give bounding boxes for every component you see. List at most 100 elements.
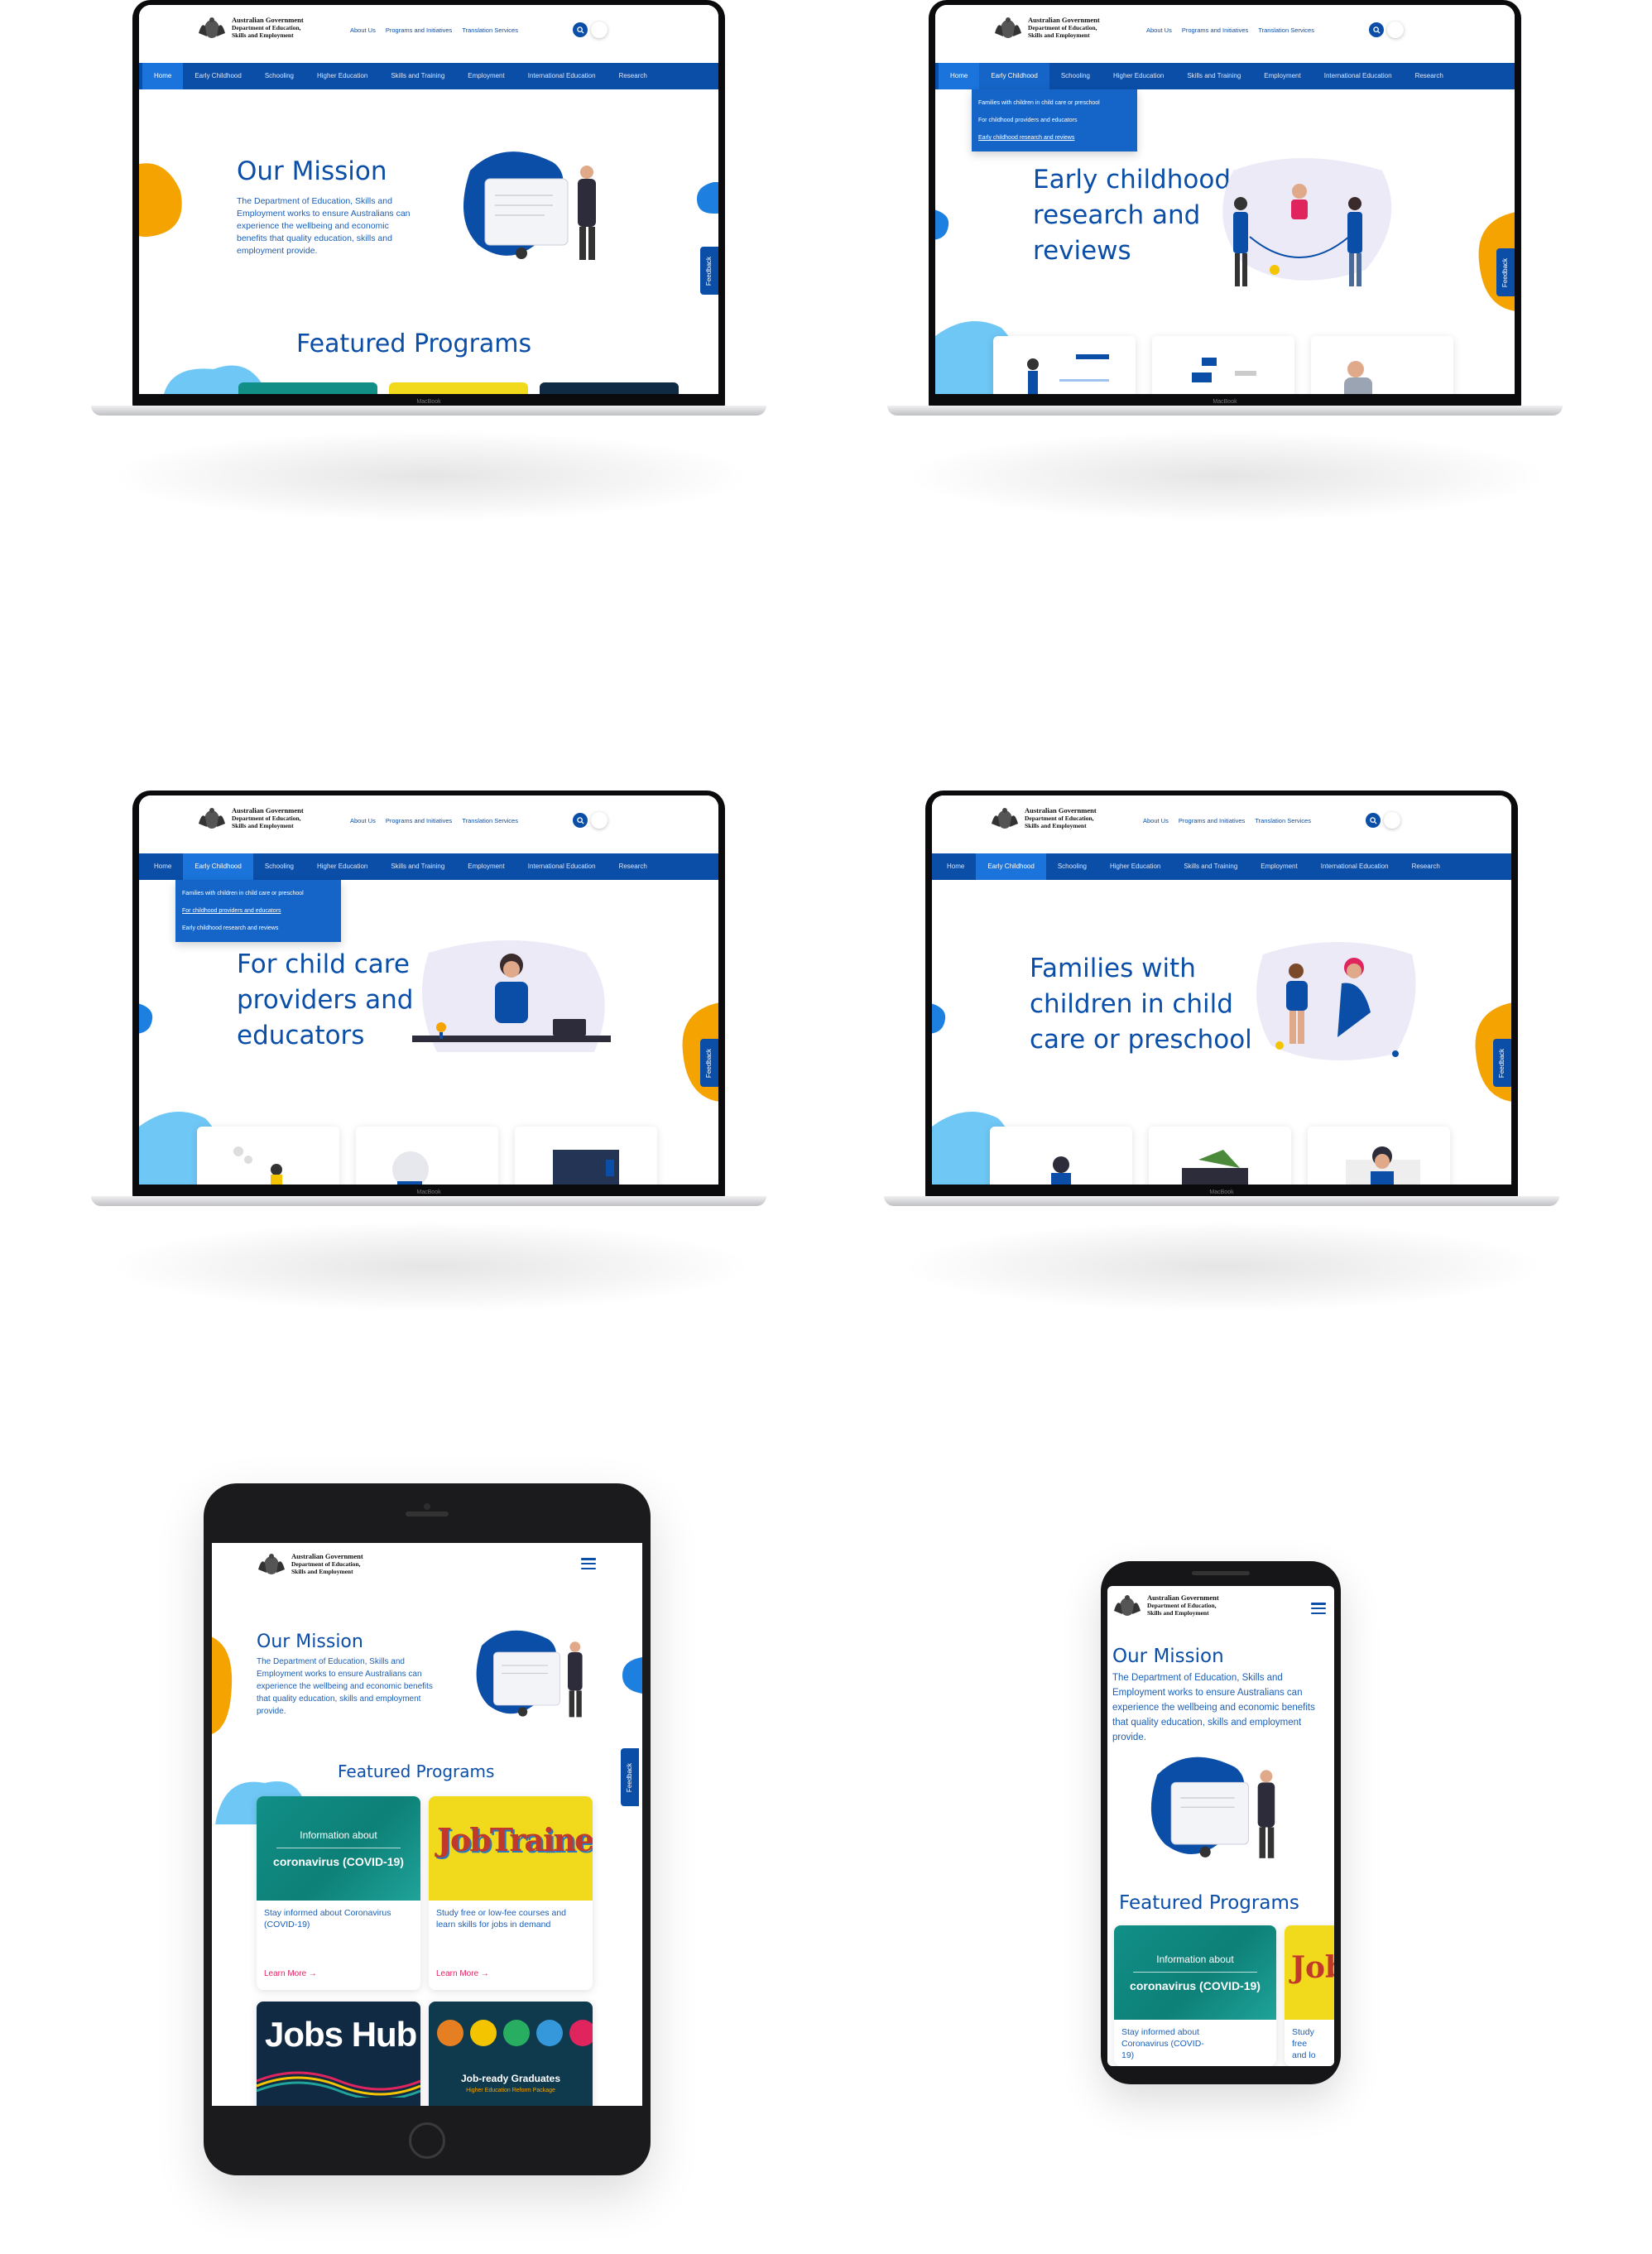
top-nav-about[interactable]: About Us — [350, 26, 376, 34]
dropdown-providers[interactable]: For childhood providers and educators — [972, 112, 1137, 129]
nav-home[interactable]: Home — [142, 63, 184, 89]
nav-higher-education[interactable]: Higher Education — [1098, 853, 1172, 880]
site-logo[interactable]: Australian Government Department of Educ… — [990, 807, 1097, 832]
feedback-tab[interactable]: Feedback — [700, 1039, 718, 1087]
search-button[interactable] — [1369, 22, 1384, 37]
card-jobs-hub[interactable]: Jobs Hub — [257, 2002, 420, 2106]
nav-international[interactable]: International Education — [1313, 63, 1404, 89]
families-card-2[interactable] — [1149, 1127, 1291, 1185]
nav-early-childhood[interactable]: Early Childhood — [183, 63, 252, 89]
hamburger-menu-icon[interactable] — [581, 1558, 596, 1569]
top-nav-programs[interactable]: Programs and Initiatives — [1182, 26, 1248, 34]
top-nav-programs[interactable]: Programs and Initiatives — [1179, 817, 1245, 824]
search-button[interactable] — [573, 813, 588, 828]
hamburger-menu-icon[interactable] — [1311, 1603, 1326, 1614]
learn-more-link[interactable]: Learn More → — [264, 1969, 317, 1978]
logo-gov: Australian Government — [1028, 16, 1100, 24]
nav-higher-education[interactable]: Higher Education — [305, 853, 379, 880]
families-card-1[interactable] — [990, 1127, 1132, 1185]
card-jobtrainer[interactable]: JobTrainer Study freeand lo — [1285, 1925, 1334, 2066]
site-header: Australian Government Department of Educ… — [932, 795, 1511, 853]
research-card-2[interactable] — [1152, 336, 1294, 394]
nav-employment[interactable]: Employment — [1252, 63, 1312, 89]
search-button[interactable] — [1366, 813, 1381, 828]
theme-toggle-icon[interactable] — [1384, 812, 1400, 829]
dropdown-families[interactable]: Families with children in child care or … — [175, 885, 341, 902]
research-card-3[interactable] — [1311, 336, 1453, 394]
nav-home[interactable]: Home — [939, 63, 980, 89]
nav-schooling[interactable]: Schooling — [253, 853, 305, 880]
nav-home[interactable]: Home — [935, 853, 976, 880]
nav-international[interactable]: International Education — [1309, 853, 1400, 880]
nav-international[interactable]: International Education — [516, 63, 607, 89]
card-covid[interactable]: Information about coronavirus (COVID-19)… — [257, 1796, 420, 1990]
top-nav-programs[interactable]: Programs and Initiatives — [386, 26, 452, 34]
nav-research[interactable]: Research — [1400, 853, 1452, 880]
top-nav-translation[interactable]: Translation Services — [462, 26, 518, 34]
site-logo[interactable]: Australian Government Department of Educ… — [257, 1553, 363, 1578]
site-logo[interactable]: Australian Government Department of Educ… — [197, 807, 304, 832]
card-job-ready[interactable]: Job-ready Graduates Higher Education Ref… — [429, 2002, 593, 2106]
nav-skills[interactable]: Skills and Training — [1172, 853, 1249, 880]
orange-blob — [212, 1636, 233, 1734]
providers-card-1[interactable] — [197, 1127, 339, 1185]
providers-card-2[interactable] — [356, 1127, 498, 1185]
nav-early-childhood[interactable]: Early Childhood — [976, 853, 1046, 880]
nav-international[interactable]: International Education — [516, 853, 607, 880]
nav-employment[interactable]: Employment — [1249, 853, 1309, 880]
nav-employment[interactable]: Employment — [456, 853, 516, 880]
nav-early-childhood[interactable]: Early Childhood — [979, 63, 1049, 89]
laptop-providers: Australian Government Department of Educ… — [91, 791, 852, 1329]
covid-banner-line2: coronavirus (COVID-19) — [273, 1855, 404, 1868]
providers-card-3[interactable] — [515, 1127, 657, 1185]
nav-schooling[interactable]: Schooling — [1046, 853, 1098, 880]
nav-home[interactable]: Home — [142, 853, 183, 880]
search-icon — [576, 26, 584, 34]
top-nav-programs[interactable]: Programs and Initiatives — [386, 817, 452, 824]
dropdown-families[interactable]: Families with children in child care or … — [972, 94, 1137, 112]
nav-early-childhood[interactable]: Early Childhood — [183, 853, 253, 880]
card-covid[interactable]: Information about coronavirus (COVID-19)… — [1114, 1925, 1276, 2066]
top-nav-translation[interactable]: Translation Services — [462, 817, 518, 824]
australian-crest-icon — [1112, 1594, 1142, 1619]
jobs-hub-title: Jobs Hub — [265, 2015, 417, 2054]
top-nav-translation[interactable]: Translation Services — [1255, 817, 1311, 824]
nav-schooling[interactable]: Schooling — [1049, 63, 1102, 89]
research-card-1[interactable] — [993, 336, 1136, 394]
feedback-tab[interactable]: Feedback — [1493, 1039, 1511, 1087]
theme-toggle-icon[interactable] — [591, 22, 607, 38]
search-button[interactable] — [573, 22, 588, 37]
theme-toggle-icon[interactable] — [1387, 22, 1404, 38]
families-card-3[interactable] — [1308, 1127, 1450, 1185]
nav-skills[interactable]: Skills and Training — [1175, 63, 1252, 89]
nav-skills[interactable]: Skills and Training — [379, 853, 456, 880]
orange-blob — [139, 163, 182, 238]
top-nav-about[interactable]: About Us — [1146, 26, 1172, 34]
feedback-tab[interactable]: Feedback — [621, 1748, 639, 1806]
nav-schooling[interactable]: Schooling — [253, 63, 305, 89]
learn-more-link[interactable]: Learn More → — [436, 1969, 489, 1978]
research-title-l3: reviews — [1033, 236, 1131, 266]
dropdown-research[interactable]: Early childhood research and reviews — [175, 920, 341, 937]
card-jobtrainer[interactable]: JobTrainer Study free or low-fee courses… — [429, 1796, 593, 1990]
nav-research[interactable]: Research — [607, 63, 659, 89]
dropdown-providers[interactable]: For childhood providers and educators — [175, 902, 341, 920]
nav-higher-education[interactable]: Higher Education — [305, 63, 379, 89]
nav-employment[interactable]: Employment — [456, 63, 516, 89]
feedback-tab[interactable]: Feedback — [1496, 248, 1515, 296]
feedback-tab[interactable]: Feedback — [700, 247, 718, 295]
site-logo[interactable]: Australian Government Department of Educ… — [197, 17, 304, 41]
tablet-home-button[interactable] — [409, 2122, 445, 2159]
nav-higher-education[interactable]: Higher Education — [1102, 63, 1175, 89]
site-logo[interactable]: Australian Government Department of Educ… — [1112, 1594, 1219, 1619]
top-nav-about[interactable]: About Us — [1143, 817, 1169, 824]
laptop-base — [884, 1196, 1559, 1206]
theme-toggle-icon[interactable] — [591, 812, 607, 829]
dropdown-research[interactable]: Early childhood research and reviews — [972, 129, 1137, 147]
top-nav-about[interactable]: About Us — [350, 817, 376, 824]
site-logo[interactable]: Australian Government Department of Educ… — [993, 17, 1100, 41]
nav-skills[interactable]: Skills and Training — [379, 63, 456, 89]
top-nav-translation[interactable]: Translation Services — [1258, 26, 1314, 34]
nav-research[interactable]: Research — [607, 853, 659, 880]
nav-research[interactable]: Research — [1404, 63, 1455, 89]
